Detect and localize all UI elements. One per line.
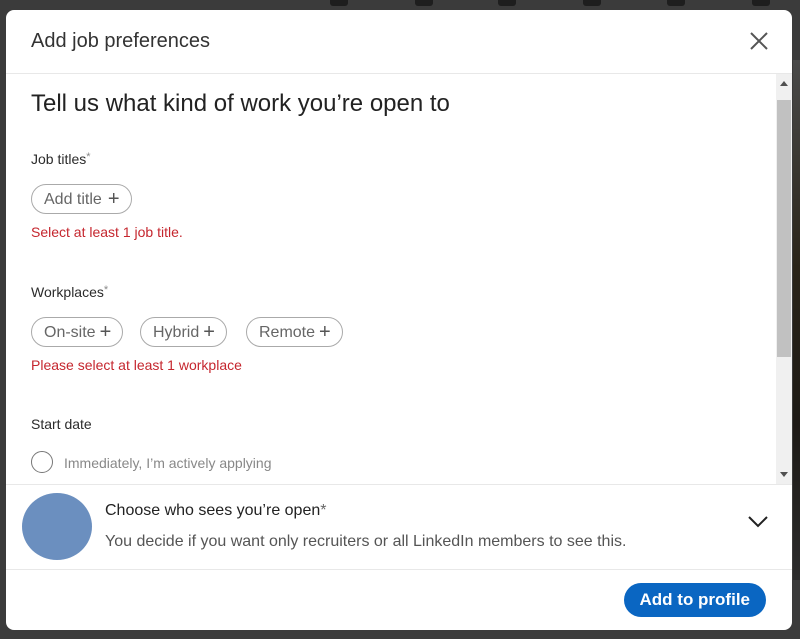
background-nav-icon	[415, 0, 433, 6]
background-nav-icon	[583, 0, 601, 6]
modal-scrollbar[interactable]	[776, 74, 792, 484]
plus-icon: +	[203, 321, 215, 343]
visibility-title-text: Choose who sees you’re open	[105, 502, 321, 519]
workplaces-label-text: Workplaces	[31, 284, 104, 300]
background-nav-icon	[752, 0, 770, 6]
job-titles-error: Select at least 1 job title.	[31, 224, 183, 240]
workplace-option-label: Remote	[259, 324, 316, 341]
plus-icon: +	[319, 321, 331, 343]
add-to-profile-button[interactable]: Add to profile	[623, 583, 766, 617]
start-date-immediately-label[interactable]: Immediately, I’m actively applying	[64, 455, 271, 471]
add-job-title-label: Add title	[44, 191, 102, 208]
background-nav-icon	[498, 0, 516, 6]
form-headline: Tell us what kind of work you’re open to	[31, 90, 450, 117]
avatar	[22, 493, 92, 560]
modal-header: Add job preferences	[6, 10, 792, 74]
close-button[interactable]	[748, 30, 770, 52]
scrollbar-thumb[interactable]	[777, 100, 791, 357]
background-content-strip	[793, 60, 800, 580]
modal-body: Tell us what kind of work you’re open to…	[6, 74, 776, 484]
chevron-down-icon[interactable]	[747, 515, 769, 529]
start-date-label: Start date	[31, 416, 92, 432]
visibility-title: Choose who sees you’re open*	[105, 502, 326, 520]
scroll-down-arrow-icon[interactable]	[780, 472, 788, 477]
modal-title: Add job preferences	[31, 30, 211, 52]
workplace-option-label: On-site	[44, 324, 96, 341]
required-mark: *	[86, 151, 91, 163]
start-date-immediately-radio[interactable]	[31, 451, 53, 473]
required-mark: *	[103, 284, 109, 296]
workplaces-label: Workplaces*	[31, 284, 108, 300]
modal-footer: Add to profile	[6, 570, 792, 630]
job-titles-label: Job titles*	[31, 151, 91, 167]
visibility-selector[interactable]: Choose who sees you’re open* You decide …	[6, 484, 792, 570]
scroll-up-arrow-icon[interactable]	[780, 81, 788, 86]
required-mark: *	[320, 502, 327, 519]
workplace-option-label: Hybrid	[153, 324, 200, 341]
add-job-title-button[interactable]: Add title +	[31, 184, 132, 214]
visibility-description: You decide if you want only recruiters o…	[105, 533, 627, 550]
background-nav-icon	[667, 0, 685, 6]
workplace-option-onsite[interactable]: On-site +	[31, 317, 124, 347]
background-nav-icon	[330, 0, 348, 6]
plus-icon: +	[107, 188, 120, 210]
workplace-option-hybrid[interactable]: Hybrid +	[140, 317, 227, 347]
workplaces-error: Please select at least 1 workplace	[31, 357, 242, 373]
workplace-option-remote[interactable]: Remote +	[246, 317, 343, 347]
close-icon	[750, 32, 768, 50]
job-preferences-modal: Add job preferences Tell us what kind of…	[6, 10, 792, 630]
job-titles-label-text: Job titles	[31, 151, 87, 167]
plus-icon: +	[99, 321, 112, 343]
